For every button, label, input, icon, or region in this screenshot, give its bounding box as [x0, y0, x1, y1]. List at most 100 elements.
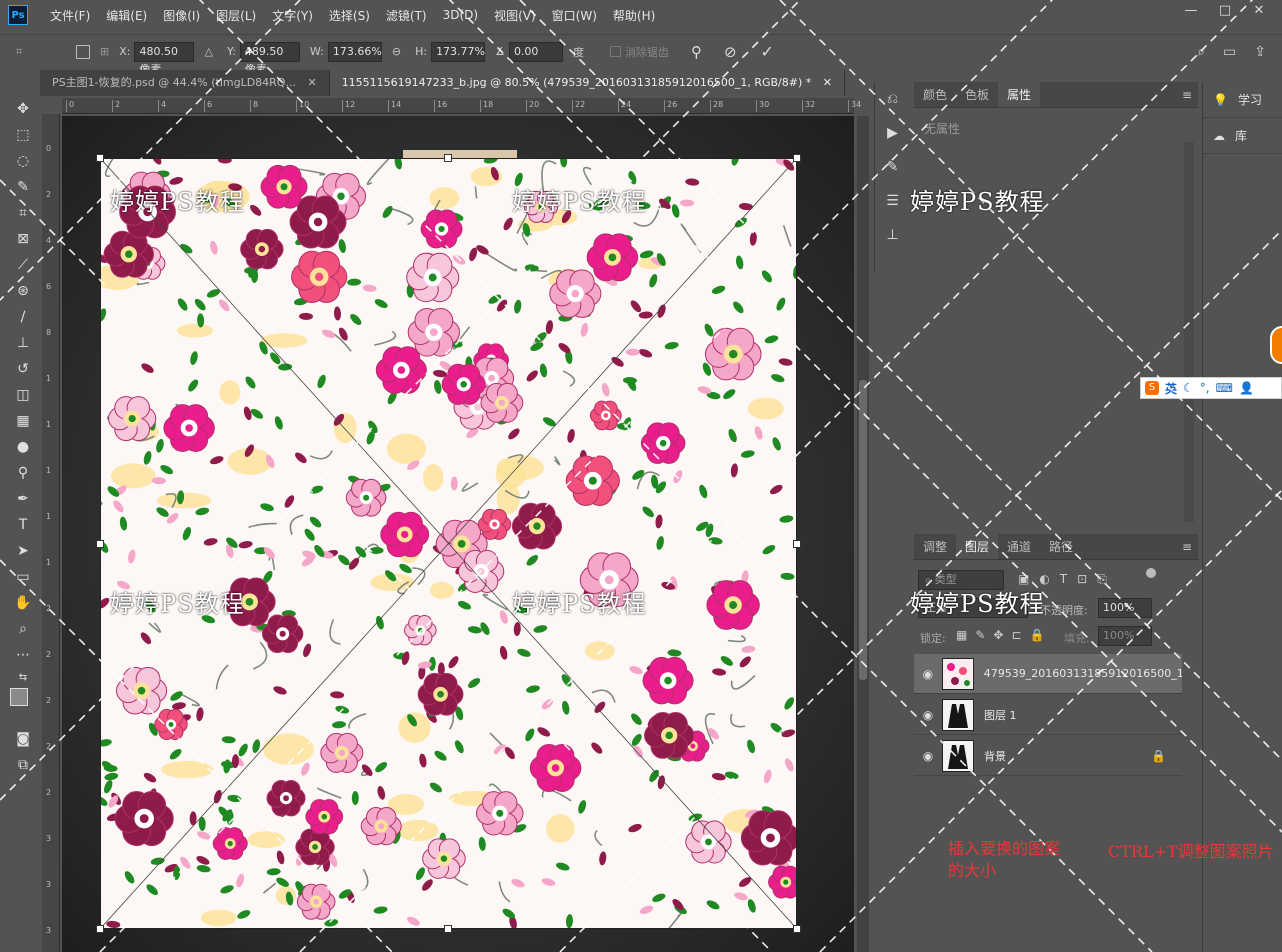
- tab-properties[interactable]: 属性: [998, 82, 1041, 107]
- foreground-color[interactable]: [10, 688, 28, 706]
- blur-tool-icon[interactable]: ●: [6, 434, 40, 460]
- reference-point-checkbox[interactable]: [76, 44, 90, 59]
- menu-3d[interactable]: 3D(D): [435, 8, 486, 22]
- tab-adjustments[interactable]: 调整: [914, 534, 956, 559]
- minimize-button[interactable]: —: [1174, 0, 1208, 24]
- healing-tool-icon[interactable]: ⊛: [6, 278, 40, 304]
- panel-menu-icon[interactable]: ≡: [1182, 540, 1192, 554]
- layer-row-floral[interactable]: ◉ 479539_20160313185912016500_1: [914, 654, 1182, 694]
- workspace-icon[interactable]: ▭: [1223, 44, 1236, 60]
- history-brush-icon[interactable]: ↺: [6, 356, 40, 382]
- quick-select-tool-icon[interactable]: ✎: [6, 174, 40, 200]
- color-swatches[interactable]: [6, 686, 40, 726]
- x-field[interactable]: 480.50 像素: [134, 41, 195, 76]
- transform-handle-r[interactable]: [793, 540, 801, 548]
- marquee-tool-icon[interactable]: ⬚: [6, 122, 40, 148]
- lasso-tool-icon[interactable]: ◌: [6, 148, 40, 174]
- screen-mode-icon[interactable]: ⧉: [6, 752, 40, 778]
- eraser-tool-icon[interactable]: ◫: [6, 382, 40, 408]
- menu-filter[interactable]: 滤镜(T): [378, 7, 435, 24]
- properties-scrollbar[interactable]: [1184, 142, 1194, 522]
- actions-play-icon[interactable]: ▶: [875, 116, 910, 150]
- learn-button[interactable]: 💡 学习: [1203, 82, 1282, 118]
- tab-paths[interactable]: 路径: [1040, 534, 1082, 559]
- crop-tool-icon[interactable]: ⌗: [6, 200, 40, 226]
- pen-tool-icon[interactable]: ✒: [6, 486, 40, 512]
- more-tools-icon[interactable]: ⋯: [6, 642, 40, 668]
- ime-mode[interactable]: 英: [1165, 380, 1177, 397]
- warp-icon[interactable]: ⚲: [691, 43, 702, 61]
- transform-handle-t[interactable]: [444, 154, 452, 162]
- maximize-button[interactable]: □: [1208, 0, 1242, 24]
- close-icon[interactable]: ✕: [823, 76, 832, 89]
- floral-pattern-layer[interactable]: [100, 158, 797, 929]
- menu-image[interactable]: 图像(I): [155, 7, 208, 24]
- cancel-transform-icon[interactable]: ⊘: [724, 43, 737, 61]
- transform-handle-bl[interactable]: [96, 925, 104, 933]
- layer-row-background[interactable]: ◉ 背景 🔒: [914, 736, 1182, 776]
- lock-icons[interactable]: ▦✎✥⊏🔒: [956, 628, 1052, 642]
- menu-type[interactable]: 文字(Y): [264, 7, 321, 24]
- frame-tool-icon[interactable]: ⊠: [6, 226, 40, 252]
- menu-view[interactable]: 视图(V): [486, 7, 544, 24]
- close-icon[interactable]: ✕: [307, 76, 316, 89]
- punctuation-icon[interactable]: °,: [1200, 381, 1210, 395]
- dodge-tool-icon[interactable]: ⚲: [6, 460, 40, 486]
- keyboard-icon[interactable]: ⌨: [1216, 381, 1233, 395]
- search-icon[interactable]: ⌕: [1197, 44, 1205, 60]
- transform-handle-l[interactable]: [96, 540, 104, 548]
- panel-menu-icon[interactable]: ≡: [1182, 88, 1192, 102]
- clone-source-icon[interactable]: ⊥: [875, 218, 910, 252]
- tab-channels[interactable]: 通道: [998, 534, 1040, 559]
- adjust-sliders-icon[interactable]: ☰: [875, 184, 910, 218]
- menu-file[interactable]: 文件(F): [42, 7, 98, 24]
- commit-transform-icon[interactable]: ✓: [761, 42, 774, 61]
- menu-edit[interactable]: 编辑(E): [98, 7, 155, 24]
- width-field[interactable]: 173.66%: [327, 41, 382, 62]
- tab-jpg[interactable]: 1155115619147233_b.jpg @ 80.5% (479539_2…: [329, 70, 845, 96]
- transform-handle-b[interactable]: [444, 925, 452, 933]
- tab-layers[interactable]: 图层: [956, 534, 999, 559]
- quick-mask-icon[interactable]: ◙: [6, 726, 40, 752]
- menu-help[interactable]: 帮助(H): [605, 7, 663, 24]
- menu-select[interactable]: 选择(S): [321, 7, 378, 24]
- menu-layer[interactable]: 图层(L): [208, 7, 264, 24]
- menu-window[interactable]: 窗口(W): [544, 7, 605, 24]
- eyedropper-tool-icon[interactable]: ⟋: [6, 252, 40, 278]
- path-select-tool-icon[interactable]: ➤: [6, 538, 40, 564]
- brush-settings-icon[interactable]: ✎: [875, 150, 910, 184]
- angle-field[interactable]: 0.00: [508, 41, 563, 62]
- close-window-button[interactable]: ✕: [1242, 0, 1276, 24]
- shape-tool-icon[interactable]: ▭: [6, 564, 40, 590]
- y-field[interactable]: 489.50 像素: [239, 41, 300, 76]
- visibility-eye-icon[interactable]: ◉: [914, 708, 942, 722]
- transform-handle-tr[interactable]: [793, 154, 801, 162]
- layer-row-layer1[interactable]: ◉ 图层 1: [914, 695, 1182, 735]
- link-icon[interactable]: ⊖: [392, 45, 401, 58]
- ime-toolbar[interactable]: S 英 ☾ °, ⌨ 👤: [1140, 377, 1282, 399]
- opacity-field[interactable]: 100%: [1098, 598, 1152, 618]
- tab-color[interactable]: 颜色: [914, 82, 956, 107]
- visibility-eye-icon[interactable]: ◉: [914, 667, 942, 681]
- height-field[interactable]: 173.77%: [431, 41, 486, 62]
- libraries-button[interactable]: ☁ 库: [1203, 118, 1282, 154]
- move-tool-icon[interactable]: ✥: [6, 96, 40, 122]
- filter-toggle-icon[interactable]: [1146, 568, 1156, 578]
- scrollbar-thumb[interactable]: [859, 380, 867, 680]
- tab-psd[interactable]: PS主图1-恢复的.psd @ 44.4% (timgLD84RQ... ✕: [40, 70, 330, 96]
- moon-icon[interactable]: ☾: [1183, 381, 1194, 395]
- swap-colors-icon[interactable]: ⇆: [6, 668, 40, 686]
- zoom-tool-icon[interactable]: ⌕: [6, 616, 40, 642]
- share-icon[interactable]: ⇪: [1254, 44, 1266, 60]
- history-icon[interactable]: ⎌: [875, 82, 910, 116]
- gradient-tool-icon[interactable]: ▦: [6, 408, 40, 434]
- brush-tool-icon[interactable]: ∕: [6, 304, 40, 330]
- tab-swatches[interactable]: 色板: [956, 82, 998, 107]
- transform-handle-br[interactable]: [793, 925, 801, 933]
- fill-field[interactable]: 100%: [1098, 626, 1152, 646]
- hand-tool-icon[interactable]: ✋: [6, 590, 40, 616]
- floating-assistant-icon[interactable]: [1270, 326, 1282, 364]
- transform-handle-tl[interactable]: [96, 154, 104, 162]
- antialias-checkbox[interactable]: [609, 46, 621, 57]
- stamp-tool-icon[interactable]: ⊥: [6, 330, 40, 356]
